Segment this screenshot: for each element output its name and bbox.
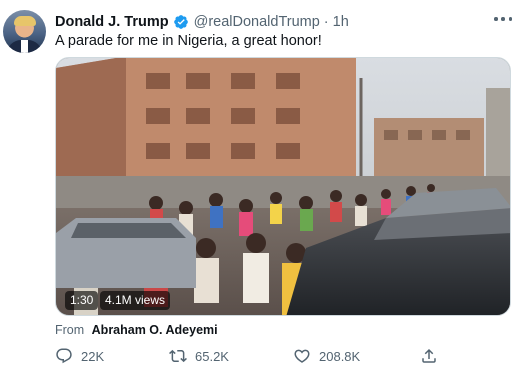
share-icon bbox=[422, 348, 436, 363]
video-duration: 1:30 bbox=[65, 291, 99, 310]
like-count: 208.8K bbox=[319, 348, 361, 364]
share-button[interactable] bbox=[420, 346, 438, 366]
retweet-icon bbox=[169, 349, 187, 363]
more-dot bbox=[508, 17, 512, 21]
more-dot bbox=[494, 17, 498, 21]
video-frame bbox=[56, 58, 510, 315]
source-label: From bbox=[55, 323, 85, 337]
tweet-actions: 22K 65.2K 208.8K bbox=[55, 346, 500, 366]
tweet-timestamp[interactable]: 1h bbox=[333, 14, 349, 30]
tweet-video[interactable]: 1:30 4.1M views bbox=[55, 57, 511, 316]
verified-badge-icon bbox=[173, 14, 189, 30]
heart-icon bbox=[294, 349, 310, 363]
source-account-link[interactable]: Abraham O. Adeyemi bbox=[92, 323, 218, 337]
retweet-count: 65.2K bbox=[195, 348, 229, 364]
reply-button[interactable]: 22K bbox=[55, 346, 104, 366]
avatar-hair bbox=[14, 16, 36, 26]
tweet-text: A parade for me in Nigeria, a great hono… bbox=[55, 33, 322, 49]
media-source: From Abraham O. Adeyemi bbox=[55, 323, 218, 337]
video-views: 4.1M views bbox=[100, 291, 171, 310]
more-options-icon[interactable] bbox=[494, 12, 512, 26]
header-separator: · bbox=[323, 14, 329, 30]
tweet-header: Donald J. Trump @realDonaldTrump · 1h bbox=[55, 13, 349, 31]
retweet-button[interactable]: 65.2K bbox=[169, 346, 229, 366]
avatar-shirt bbox=[21, 40, 28, 53]
author-name[interactable]: Donald J. Trump bbox=[55, 14, 169, 30]
more-dot bbox=[501, 17, 505, 21]
author-handle[interactable]: @realDonaldTrump bbox=[194, 14, 320, 30]
avatar[interactable] bbox=[3, 10, 46, 53]
like-button[interactable]: 208.8K bbox=[293, 346, 360, 366]
tweet: Donald J. Trump @realDonaldTrump · 1h A … bbox=[0, 0, 516, 368]
reply-count: 22K bbox=[81, 348, 105, 364]
reply-icon bbox=[56, 348, 72, 364]
